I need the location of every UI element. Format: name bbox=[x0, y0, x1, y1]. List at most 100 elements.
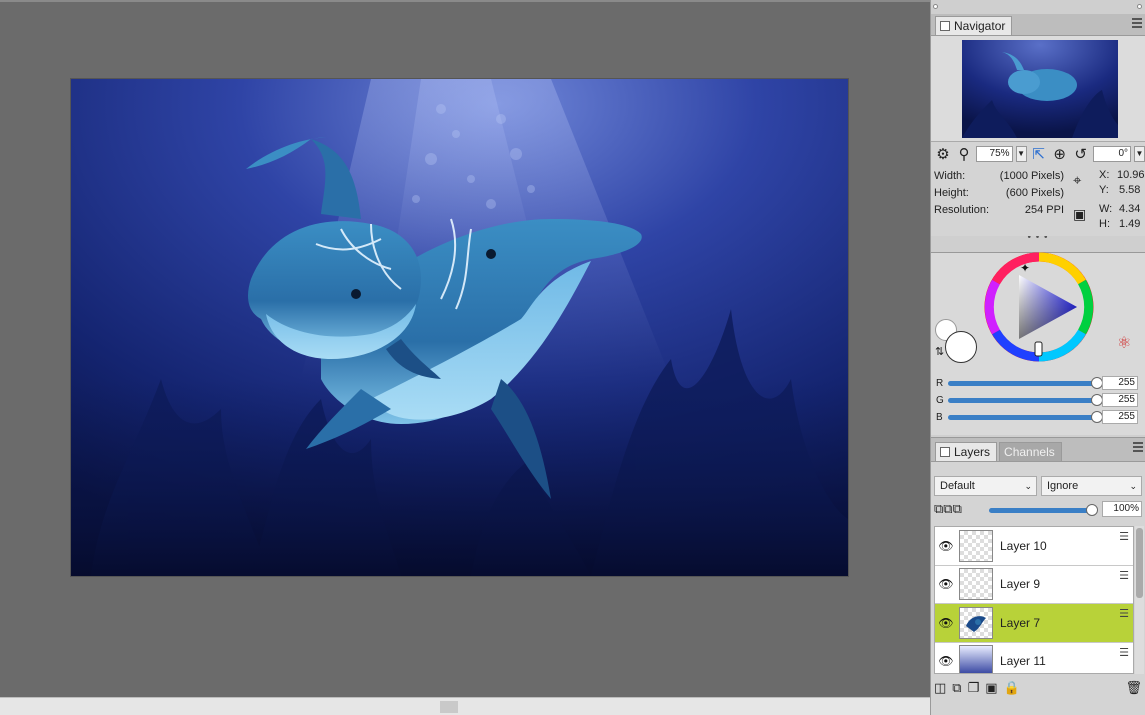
eye-icon[interactable]: 👁 bbox=[935, 539, 957, 553]
tab-channels-label: Channels bbox=[1004, 445, 1055, 459]
rotate-icon[interactable]: ↺ bbox=[1072, 144, 1090, 164]
eye-icon[interactable]: 👁 bbox=[935, 654, 957, 668]
blue-slider[interactable] bbox=[948, 410, 1103, 423]
layer-stack-icon: ☰ bbox=[1119, 569, 1129, 582]
w-label: W: bbox=[1099, 203, 1113, 215]
panel-menu-icon[interactable] bbox=[1132, 18, 1142, 30]
w-value: 4.34 bbox=[1119, 203, 1141, 215]
app-window: Navigator ⚙ ⚲ 75% ▼ ⇱ ⊕ ↺ 0° ▼ Width: (1… bbox=[0, 0, 1145, 715]
color-wheel[interactable]: ✦ bbox=[979, 247, 1099, 367]
eye-icon[interactable]: 👁 bbox=[935, 577, 957, 591]
panel-grip-dot[interactable] bbox=[1137, 4, 1142, 9]
eye-icon[interactable]: 👁 bbox=[935, 616, 957, 630]
layer-item-layer-10[interactable]: 👁 Layer 10 ☰ bbox=[935, 527, 1133, 566]
tab-channels[interactable]: Channels bbox=[999, 442, 1062, 461]
layer-item-layer-11[interactable]: 👁 Layer 11 ☰ bbox=[935, 642, 1133, 673]
x-value: 10.96 bbox=[1117, 169, 1145, 181]
opacity-slider-knob[interactable] bbox=[1086, 504, 1098, 516]
new-group-icon[interactable]: ⧉ bbox=[952, 680, 961, 696]
navigator-preview[interactable] bbox=[931, 36, 1145, 142]
layer-name: Layer 10 bbox=[1000, 538, 1047, 553]
red-label: R bbox=[936, 377, 944, 389]
blue-value[interactable]: 255 bbox=[1102, 410, 1138, 424]
lock-icon[interactable]: 🔒 bbox=[1004, 680, 1020, 696]
layer-mask-icon[interactable]: ▣ bbox=[985, 680, 997, 696]
layers-tabbar: Layers Channels bbox=[931, 438, 1145, 462]
red-value[interactable]: 255 bbox=[1102, 376, 1138, 390]
layer-name: Layer 9 bbox=[1000, 577, 1041, 592]
green-slider-row: G 255 bbox=[936, 393, 1142, 407]
h-value: 1.49 bbox=[1119, 218, 1141, 230]
layer-name: Layer 11 bbox=[1000, 654, 1046, 669]
navigator-info: Width: (1000 Pixels) Height: (600 Pixels… bbox=[931, 166, 1145, 236]
zoom-input[interactable]: 75% bbox=[976, 146, 1013, 162]
workspace[interactable] bbox=[0, 0, 930, 697]
resolution-row: Resolution: 254 PPI bbox=[934, 204, 1064, 216]
primary-color-swatch[interactable] bbox=[945, 331, 977, 363]
tab-close-box-icon[interactable] bbox=[940, 447, 950, 457]
layer-stack-icon: ☰ bbox=[1119, 646, 1129, 659]
height-row: Height: (600 Pixels) bbox=[934, 187, 1064, 199]
new-layer-icon[interactable]: ◫ bbox=[934, 680, 946, 696]
resolution-label: Resolution: bbox=[934, 204, 990, 216]
horizontal-scrollbar[interactable] bbox=[0, 697, 930, 715]
layers-panel: Layers Channels Default ⌄ Ignore ⌄ ⧉⧉⧉ 1… bbox=[931, 437, 1145, 715]
right-panel: Navigator ⚙ ⚲ 75% ▼ ⇱ ⊕ ↺ 0° ▼ Width: (1… bbox=[930, 0, 1145, 715]
navigator-thumbnail-image bbox=[962, 40, 1118, 138]
panel-grip-dot[interactable] bbox=[933, 4, 938, 9]
blue-label: B bbox=[936, 411, 943, 423]
green-value[interactable]: 255 bbox=[1102, 393, 1138, 407]
layer-opacity-value[interactable]: 100% bbox=[1102, 501, 1142, 517]
gear-icon[interactable]: ⚙ bbox=[934, 144, 952, 164]
layer-name: Layer 7 bbox=[1000, 615, 1041, 630]
layer-list: 👁 Layer 10 ☰ 👁 Layer 9 ☰ 👁 Layer 7 ☰ 👁 L… bbox=[934, 526, 1134, 674]
chevron-down-icon: ⌄ bbox=[1024, 481, 1032, 491]
chevron-down-icon: ⌄ bbox=[1129, 481, 1137, 491]
color-panel: ✦ ⇅ ⚛ R 255 G 255 B 255 bbox=[931, 252, 1145, 435]
layer-item-layer-7[interactable]: 👁 Layer 7 ☰ bbox=[935, 604, 1133, 643]
canvas-image[interactable] bbox=[71, 79, 848, 576]
x-label: X: bbox=[1099, 169, 1110, 181]
zoom-in-icon[interactable]: ⊕ bbox=[1051, 144, 1069, 164]
tab-layers-label: Layers bbox=[954, 445, 991, 459]
layer-scrollbar-thumb[interactable] bbox=[1136, 528, 1143, 598]
navigator-tabbar: Navigator bbox=[931, 14, 1145, 36]
tab-close-box-icon[interactable] bbox=[940, 21, 950, 31]
layer-lock-options-icon[interactable]: ⧉⧉⧉ bbox=[934, 501, 962, 517]
tab-navigator[interactable]: Navigator bbox=[935, 16, 1013, 35]
scrollbar-thumb[interactable] bbox=[440, 701, 458, 713]
width-label: Width: bbox=[934, 170, 966, 182]
layer-opacity-slider[interactable] bbox=[989, 504, 1098, 516]
color-picker-icon[interactable]: ⚛ bbox=[1117, 333, 1131, 353]
preserve-mode-value: Ignore bbox=[1047, 480, 1079, 492]
red-slider-row: R 255 bbox=[936, 376, 1142, 390]
navigator-thumbnail[interactable] bbox=[962, 40, 1118, 138]
delete-layer-icon[interactable]: 🗑 bbox=[1125, 680, 1142, 696]
width-value: (1000 Pixels) bbox=[999, 170, 1064, 182]
crosshair-icon: ⌖ bbox=[1073, 172, 1082, 189]
panel-resize-grip[interactable]: • • • bbox=[931, 233, 1145, 244]
zoom-fit-icon[interactable]: ⇱ bbox=[1030, 144, 1048, 164]
layer-item-layer-9[interactable]: 👁 Layer 9 ☰ bbox=[935, 565, 1133, 604]
y-value: 5.58 bbox=[1119, 184, 1141, 196]
width-row: Width: (1000 Pixels) bbox=[934, 170, 1064, 182]
rotation-input[interactable]: 0° bbox=[1092, 146, 1131, 162]
tab-layers[interactable]: Layers bbox=[935, 442, 998, 461]
layer-thumbnail bbox=[959, 529, 993, 562]
duplicate-layer-icon[interactable]: ❐ bbox=[968, 680, 980, 696]
preserve-mode-select[interactable]: Ignore ⌄ bbox=[1041, 476, 1142, 496]
layer-list-scrollbar[interactable] bbox=[1135, 526, 1144, 674]
y-label: Y: bbox=[1099, 184, 1109, 196]
h-label: H: bbox=[1099, 218, 1110, 230]
zoom-magnifier-icon[interactable]: ⚲ bbox=[955, 144, 973, 164]
resolution-value: 254 PPI bbox=[1024, 204, 1064, 216]
rotation-dropdown-arrow-icon[interactable]: ▼ bbox=[1134, 146, 1145, 162]
zoom-dropdown-arrow-icon[interactable]: ▼ bbox=[1015, 146, 1027, 162]
green-slider[interactable] bbox=[948, 393, 1103, 406]
layer-toolbar: ◫ ⧉ ❐ ▣ 🔒 🗑 bbox=[934, 678, 1144, 698]
layers-menu-icon[interactable] bbox=[1133, 442, 1143, 454]
swap-colors-icon[interactable]: ⇅ bbox=[935, 345, 944, 358]
composite-method-select[interactable]: Default ⌄ bbox=[934, 476, 1037, 496]
red-slider[interactable] bbox=[948, 376, 1103, 389]
height-label: Height: bbox=[934, 187, 969, 199]
